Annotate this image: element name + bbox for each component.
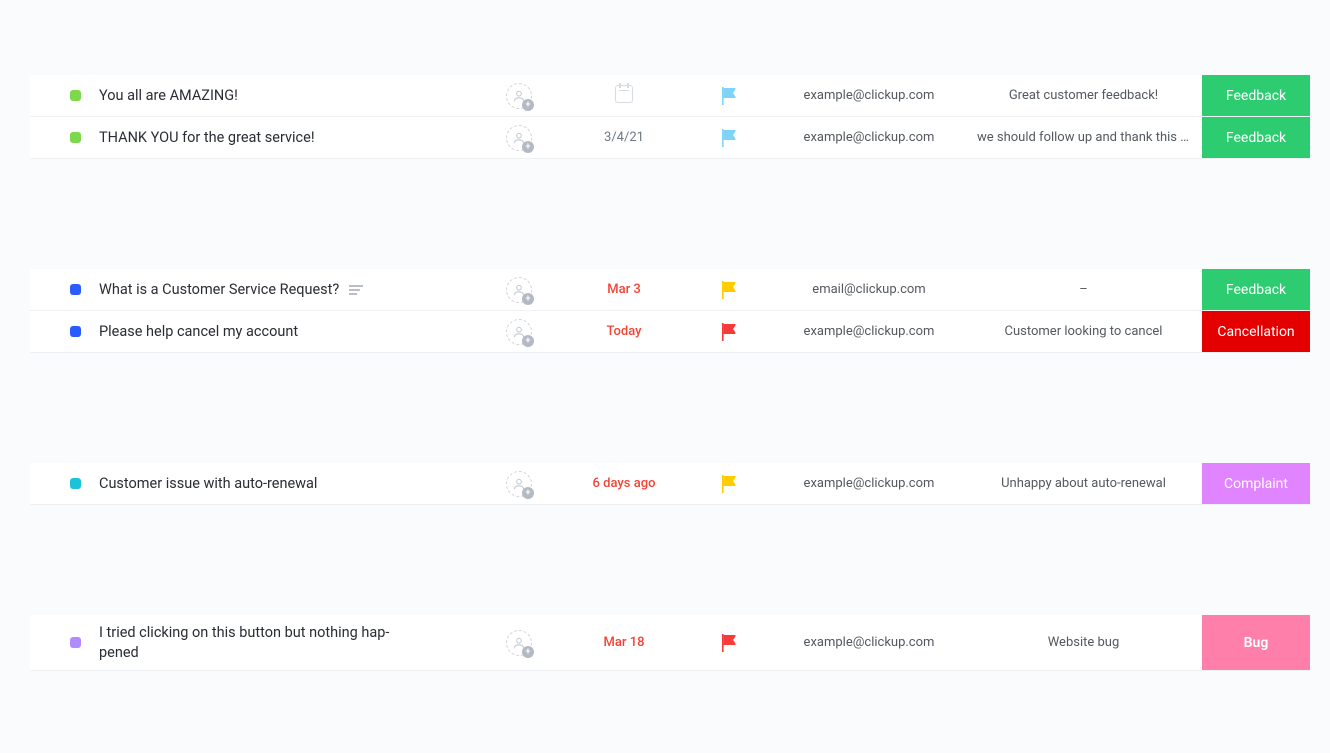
status-indicator[interactable] <box>70 326 81 337</box>
assignee-cell[interactable]: + <box>479 319 559 345</box>
status-indicator[interactable] <box>70 284 81 295</box>
due-date-text: Today <box>606 324 641 339</box>
due-date-text: 3/4/21 <box>604 130 644 145</box>
task-title: I tried clicking on this button but noth… <box>99 623 419 662</box>
task-title: You all are AMAZING! <box>99 86 238 106</box>
description-icon <box>349 285 363 295</box>
add-assignee-icon[interactable]: + <box>506 471 532 497</box>
task-title: What is a Customer Service Request? <box>99 280 339 300</box>
category-tag[interactable]: Feedback <box>1202 269 1310 310</box>
task-title-cell[interactable]: Please help cancel my account <box>99 322 479 342</box>
email-cell: example@clickup.com <box>769 88 969 103</box>
note-cell: Customer looking to cancel <box>969 324 1198 339</box>
task-title-cell[interactable]: Customer issue with auto-renewal <box>99 474 479 494</box>
due-date-text: Mar 18 <box>604 635 645 650</box>
due-date-cell[interactable]: 6 days ago <box>559 476 689 491</box>
assignee-cell[interactable]: + <box>479 125 559 151</box>
assignee-cell[interactable]: + <box>479 277 559 303</box>
status-indicator[interactable] <box>70 90 81 101</box>
task-row[interactable]: I tried clicking on this button but noth… <box>30 615 1310 671</box>
note-cell: Great customer feedback! <box>969 88 1198 103</box>
task-title-cell[interactable]: THANK YOU for the great service! <box>99 128 479 148</box>
category-tag[interactable]: Complaint <box>1202 463 1310 504</box>
add-assignee-icon[interactable]: + <box>506 83 532 109</box>
task-row[interactable]: What is a Customer Service Request? + Mar… <box>30 269 1310 311</box>
task-title: THANK YOU for the great service! <box>99 128 315 148</box>
task-title-cell[interactable]: What is a Customer Service Request? <box>99 280 479 300</box>
task-title: Customer issue with auto-renewal <box>99 474 317 494</box>
category-tag[interactable]: Feedback <box>1202 117 1310 158</box>
due-date-text: Mar 3 <box>607 282 641 297</box>
task-title-cell[interactable]: You all are AMAZING! <box>99 86 479 106</box>
due-date-cell[interactable] <box>559 85 689 107</box>
category-tag[interactable]: Bug <box>1202 615 1310 670</box>
email-cell: example@clickup.com <box>769 130 969 145</box>
priority-flag[interactable] <box>689 634 769 652</box>
assignee-cell[interactable]: + <box>479 630 559 656</box>
status-indicator[interactable] <box>70 132 81 143</box>
note-cell: we should follow up and thank this user.… <box>969 130 1198 145</box>
calendar-icon <box>615 85 633 103</box>
email-cell: email@clickup.com <box>769 282 969 297</box>
category-tag[interactable]: Feedback <box>1202 75 1310 116</box>
assignee-cell[interactable]: + <box>479 83 559 109</box>
due-date-cell[interactable]: 3/4/21 <box>559 130 689 145</box>
task-row[interactable]: Customer issue with auto-renewal +6 days… <box>30 463 1310 505</box>
email-cell: example@clickup.com <box>769 476 969 491</box>
add-assignee-icon[interactable]: + <box>506 319 532 345</box>
priority-flag[interactable] <box>689 281 769 299</box>
due-date-cell[interactable]: Today <box>559 324 689 339</box>
priority-flag[interactable] <box>689 475 769 493</box>
note-cell: Unhappy about auto-renewal <box>969 476 1198 491</box>
status-indicator[interactable] <box>70 478 81 489</box>
assignee-cell[interactable]: + <box>479 471 559 497</box>
email-cell: example@clickup.com <box>769 324 969 339</box>
add-assignee-icon[interactable]: + <box>506 125 532 151</box>
priority-flag[interactable] <box>689 87 769 105</box>
due-date-cell[interactable]: Mar 18 <box>559 635 689 650</box>
email-cell: example@clickup.com <box>769 635 969 650</box>
task-row[interactable]: THANK YOU for the great service! +3/4/21… <box>30 117 1310 159</box>
category-tag[interactable]: Cancellation <box>1202 311 1310 352</box>
note-cell: – <box>969 282 1198 297</box>
add-assignee-icon[interactable]: + <box>506 277 532 303</box>
task-row[interactable]: You all are AMAZING! + example@clickup.c… <box>30 75 1310 117</box>
priority-flag[interactable] <box>689 323 769 341</box>
priority-flag[interactable] <box>689 129 769 147</box>
note-cell: Website bug <box>969 635 1198 650</box>
task-title: Please help cancel my account <box>99 322 298 342</box>
status-indicator[interactable] <box>70 637 81 648</box>
add-assignee-icon[interactable]: + <box>506 630 532 656</box>
due-date-text: 6 days ago <box>593 476 656 491</box>
task-row[interactable]: Please help cancel my account + Today exa… <box>30 311 1310 353</box>
due-date-cell[interactable]: Mar 3 <box>559 282 689 297</box>
task-title-cell[interactable]: I tried clicking on this button but noth… <box>99 623 479 662</box>
